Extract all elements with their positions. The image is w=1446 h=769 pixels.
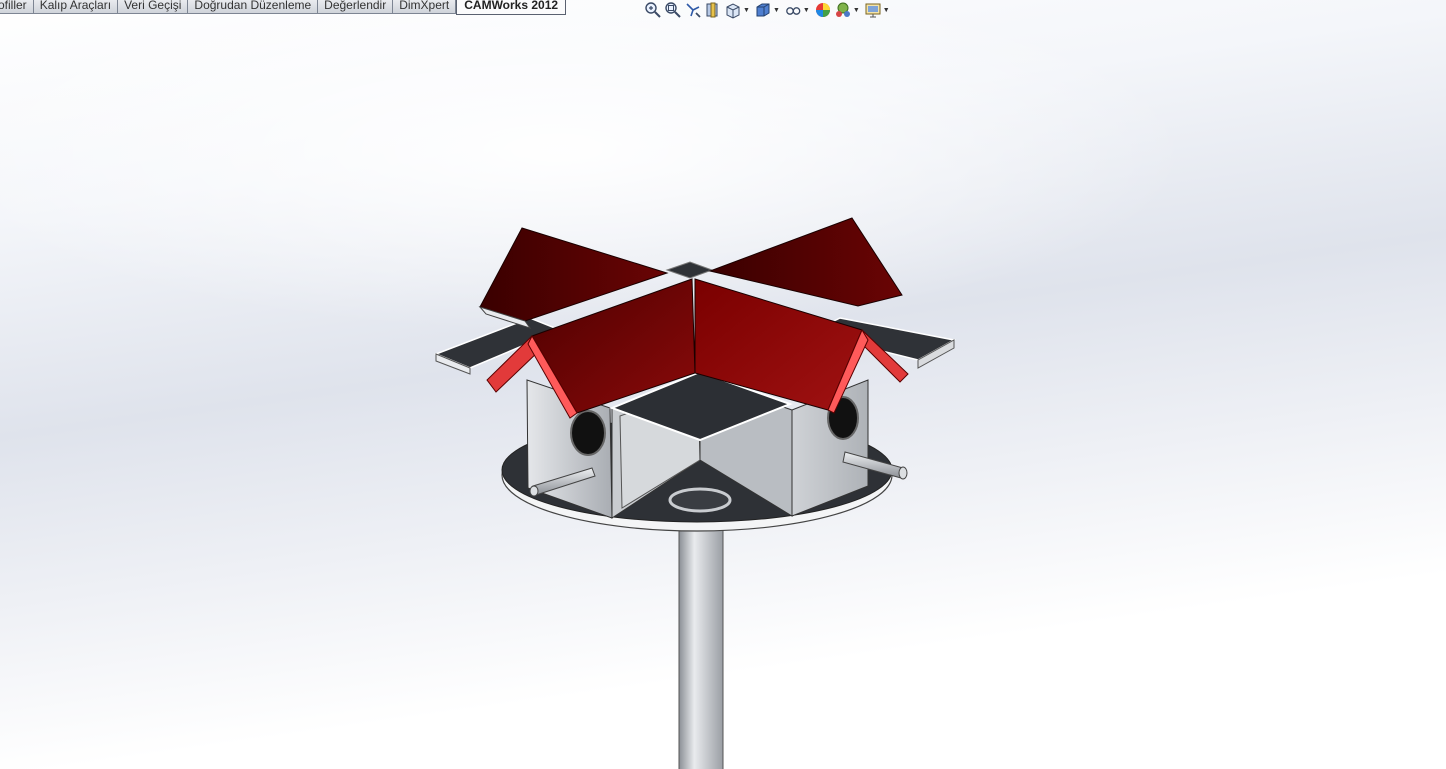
- graphics-area[interactable]: [0, 0, 1446, 769]
- entrance-hole-left: [570, 410, 606, 456]
- pole: [678, 527, 724, 769]
